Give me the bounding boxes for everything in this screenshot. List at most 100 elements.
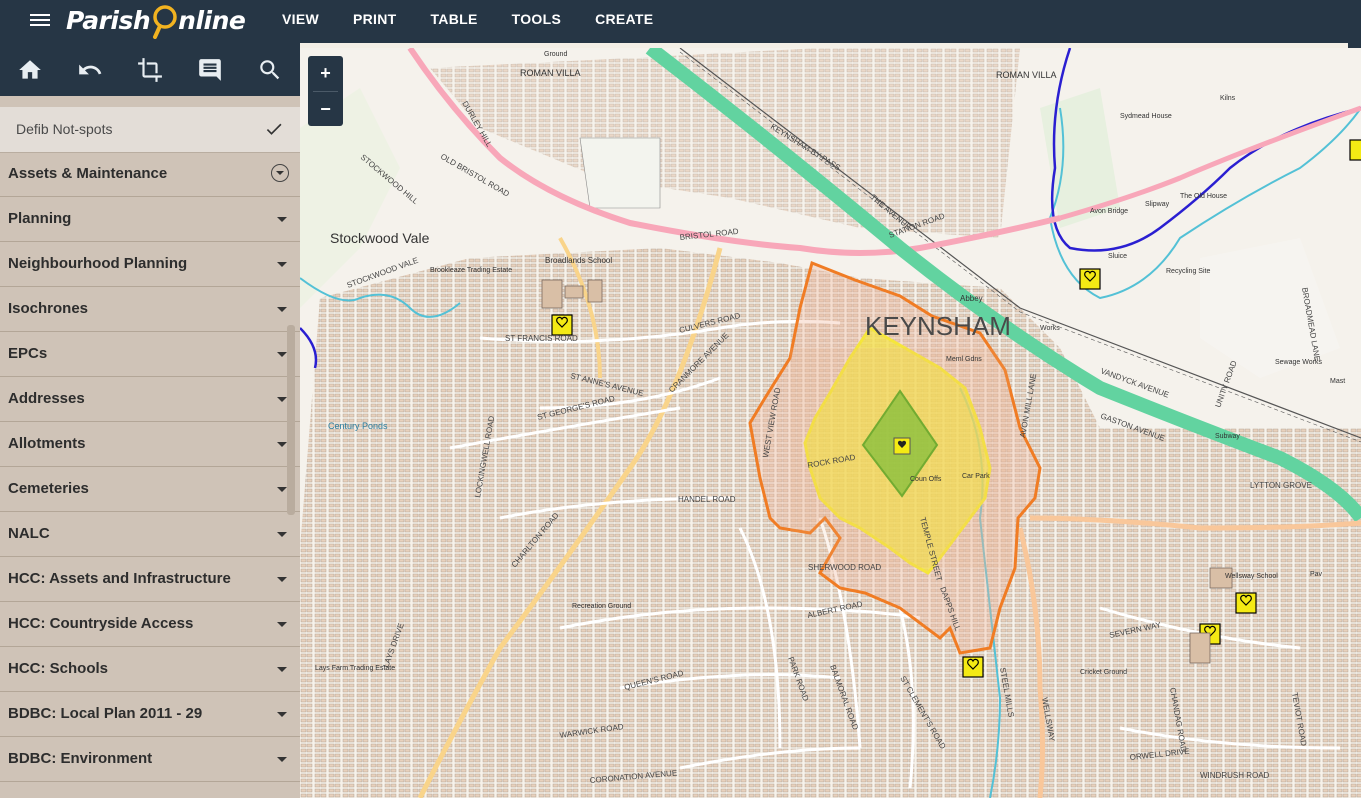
road-label: SHERWOOD ROAD — [808, 563, 881, 572]
section-label: HCC: Assets and Infrastructure — [8, 570, 231, 587]
place-label: ROMAN VILLA — [996, 70, 1057, 80]
zoom-out-button[interactable]: − — [308, 92, 343, 126]
place-label: Abbey — [960, 294, 983, 303]
menu-icon[interactable] — [30, 11, 50, 29]
nav-view[interactable]: VIEW — [282, 0, 319, 38]
place-label: Coun Offs — [910, 476, 942, 483]
chevron-down-icon — [277, 622, 287, 627]
sidebar-scrollbar[interactable] — [287, 325, 295, 515]
section-cemeteries[interactable]: Cemeteries — [0, 467, 300, 512]
section-allotments[interactable]: Allotments — [0, 422, 300, 467]
road-label: HANDEL ROAD — [678, 495, 736, 504]
home-icon[interactable] — [17, 57, 43, 83]
chevron-down-icon — [277, 667, 287, 672]
chevron-down-icon — [277, 352, 287, 357]
layer-label: Defib Not-spots — [16, 121, 113, 137]
section-hcc-assets[interactable]: HCC: Assets and Infrastructure — [0, 557, 300, 602]
section-label: HCC: Schools — [8, 660, 109, 677]
section-label: BDBC: Local Plan 2011 - 29 — [8, 705, 203, 722]
nav-create[interactable]: CREATE — [595, 0, 653, 38]
nav-tools[interactable]: TOOLS — [512, 0, 561, 38]
nav-table[interactable]: TABLE — [430, 0, 477, 38]
section-label: HCC: Countryside Access — [8, 615, 194, 632]
section-hcc-schools[interactable]: HCC: Schools — [0, 647, 300, 692]
crop-icon[interactable] — [137, 57, 163, 83]
section-bdbc-environment[interactable]: BDBC: Environment — [0, 737, 300, 782]
place-label: Stockwood Vale — [330, 230, 430, 246]
place-label: Car Park — [962, 473, 990, 480]
town-label: KEYNSHAM — [865, 311, 1011, 341]
section-label: Allotments — [8, 435, 86, 452]
chevron-down-icon — [277, 307, 287, 312]
chevron-down-icon — [277, 757, 287, 762]
place-label: Slipway — [1145, 201, 1170, 208]
place-label: Recycling Site — [1166, 268, 1210, 275]
place-label: Mast — [1330, 378, 1345, 385]
section-label: EPCs — [8, 345, 48, 362]
layer-section-list: Assets & Maintenance Planning Neighbourh… — [0, 152, 300, 782]
nav-print[interactable]: PRINT — [353, 0, 397, 38]
place-label: Broadlands School — [545, 256, 612, 265]
chevron-down-icon — [277, 217, 287, 222]
section-epcs[interactable]: EPCs — [0, 332, 300, 377]
place-label: Ground — [544, 51, 567, 58]
search-icon[interactable] — [257, 57, 283, 83]
section-label: BDBC: Environment — [8, 750, 153, 767]
undo-icon[interactable] — [77, 57, 103, 83]
checkmark-icon[interactable] — [264, 119, 284, 139]
layer-sidebar: Defib Not-spots Assets & Maintenance Pla… — [0, 43, 300, 798]
road-label: WINDRUSH ROAD — [1200, 771, 1270, 780]
map-svg: KEYNSHAM Stockwood Vale ROMAN VILLA ROMA… — [300, 48, 1361, 798]
chevron-down-icon — [277, 487, 287, 492]
comment-icon[interactable] — [197, 57, 223, 83]
section-label: Isochrones — [8, 300, 89, 317]
section-neighbourhood-planning[interactable]: Neighbourhood Planning — [0, 242, 300, 287]
chevron-down-icon — [277, 262, 287, 267]
place-label: Sydmead House — [1120, 113, 1172, 120]
section-label: Planning — [8, 210, 72, 227]
road-label: ST FRANCIS ROAD — [505, 334, 578, 343]
section-nalc[interactable]: NALC — [0, 512, 300, 557]
place-label: Cricket Ground — [1080, 669, 1127, 676]
place-label: Brookleaze Trading Estate — [430, 267, 512, 274]
map-canvas[interactable]: KEYNSHAM Stockwood Vale ROMAN VILLA ROMA… — [300, 48, 1361, 798]
zoom-in-button[interactable]: + — [308, 56, 343, 90]
place-label: Recreation Ground — [572, 603, 631, 610]
zoom-control: + − — [308, 56, 343, 126]
place-label: Works — [1040, 325, 1060, 332]
place-label: Kilns — [1220, 95, 1236, 102]
logo-text-parish: Parish — [66, 5, 151, 35]
logo-text-online: nline — [178, 5, 246, 35]
place-label: Pav — [1310, 571, 1323, 578]
layer-defib-not-spots[interactable]: Defib Not-spots — [0, 107, 300, 153]
place-label: Avon Bridge — [1090, 208, 1128, 215]
chevron-down-icon — [277, 442, 287, 447]
place-label: ROMAN VILLA — [520, 68, 581, 78]
place-label: Sluice — [1108, 253, 1127, 260]
magnifier-logo-icon — [152, 5, 178, 39]
defib-marker-icon — [893, 437, 911, 455]
sidebar-toolbar — [0, 43, 300, 96]
place-label: Wellsway School — [1225, 573, 1278, 580]
section-label: Cemeteries — [8, 480, 89, 497]
section-bdbc-local-plan[interactable]: BDBC: Local Plan 2011 - 29 — [0, 692, 300, 737]
place-label: The Old House — [1180, 193, 1227, 200]
chevron-down-icon — [277, 712, 287, 717]
section-planning[interactable]: Planning — [0, 197, 300, 242]
top-bar: Parish nline VIEW PRINT TABLE TOOLS CREA… — [0, 0, 1361, 48]
section-label: Assets & Maintenance — [8, 165, 168, 182]
chevron-down-icon — [277, 577, 287, 582]
section-label: NALC — [8, 525, 50, 542]
collapse-circle-icon[interactable] — [271, 164, 289, 182]
section-isochrones[interactable]: Isochrones — [0, 287, 300, 332]
place-label: Subway — [1215, 433, 1240, 440]
section-hcc-countryside[interactable]: HCC: Countryside Access — [0, 602, 300, 647]
place-label: Century Ponds — [328, 421, 388, 431]
section-addresses[interactable]: Addresses — [0, 377, 300, 422]
section-assets-maintenance[interactable]: Assets & Maintenance — [0, 152, 300, 197]
place-label: Meml Gdns — [946, 356, 982, 363]
main-nav: VIEW PRINT TABLE TOOLS CREATE — [282, 0, 687, 38]
app-logo: Parish nline — [66, 2, 246, 39]
section-label: Addresses — [8, 390, 85, 407]
section-label: Neighbourhood Planning — [8, 255, 188, 272]
